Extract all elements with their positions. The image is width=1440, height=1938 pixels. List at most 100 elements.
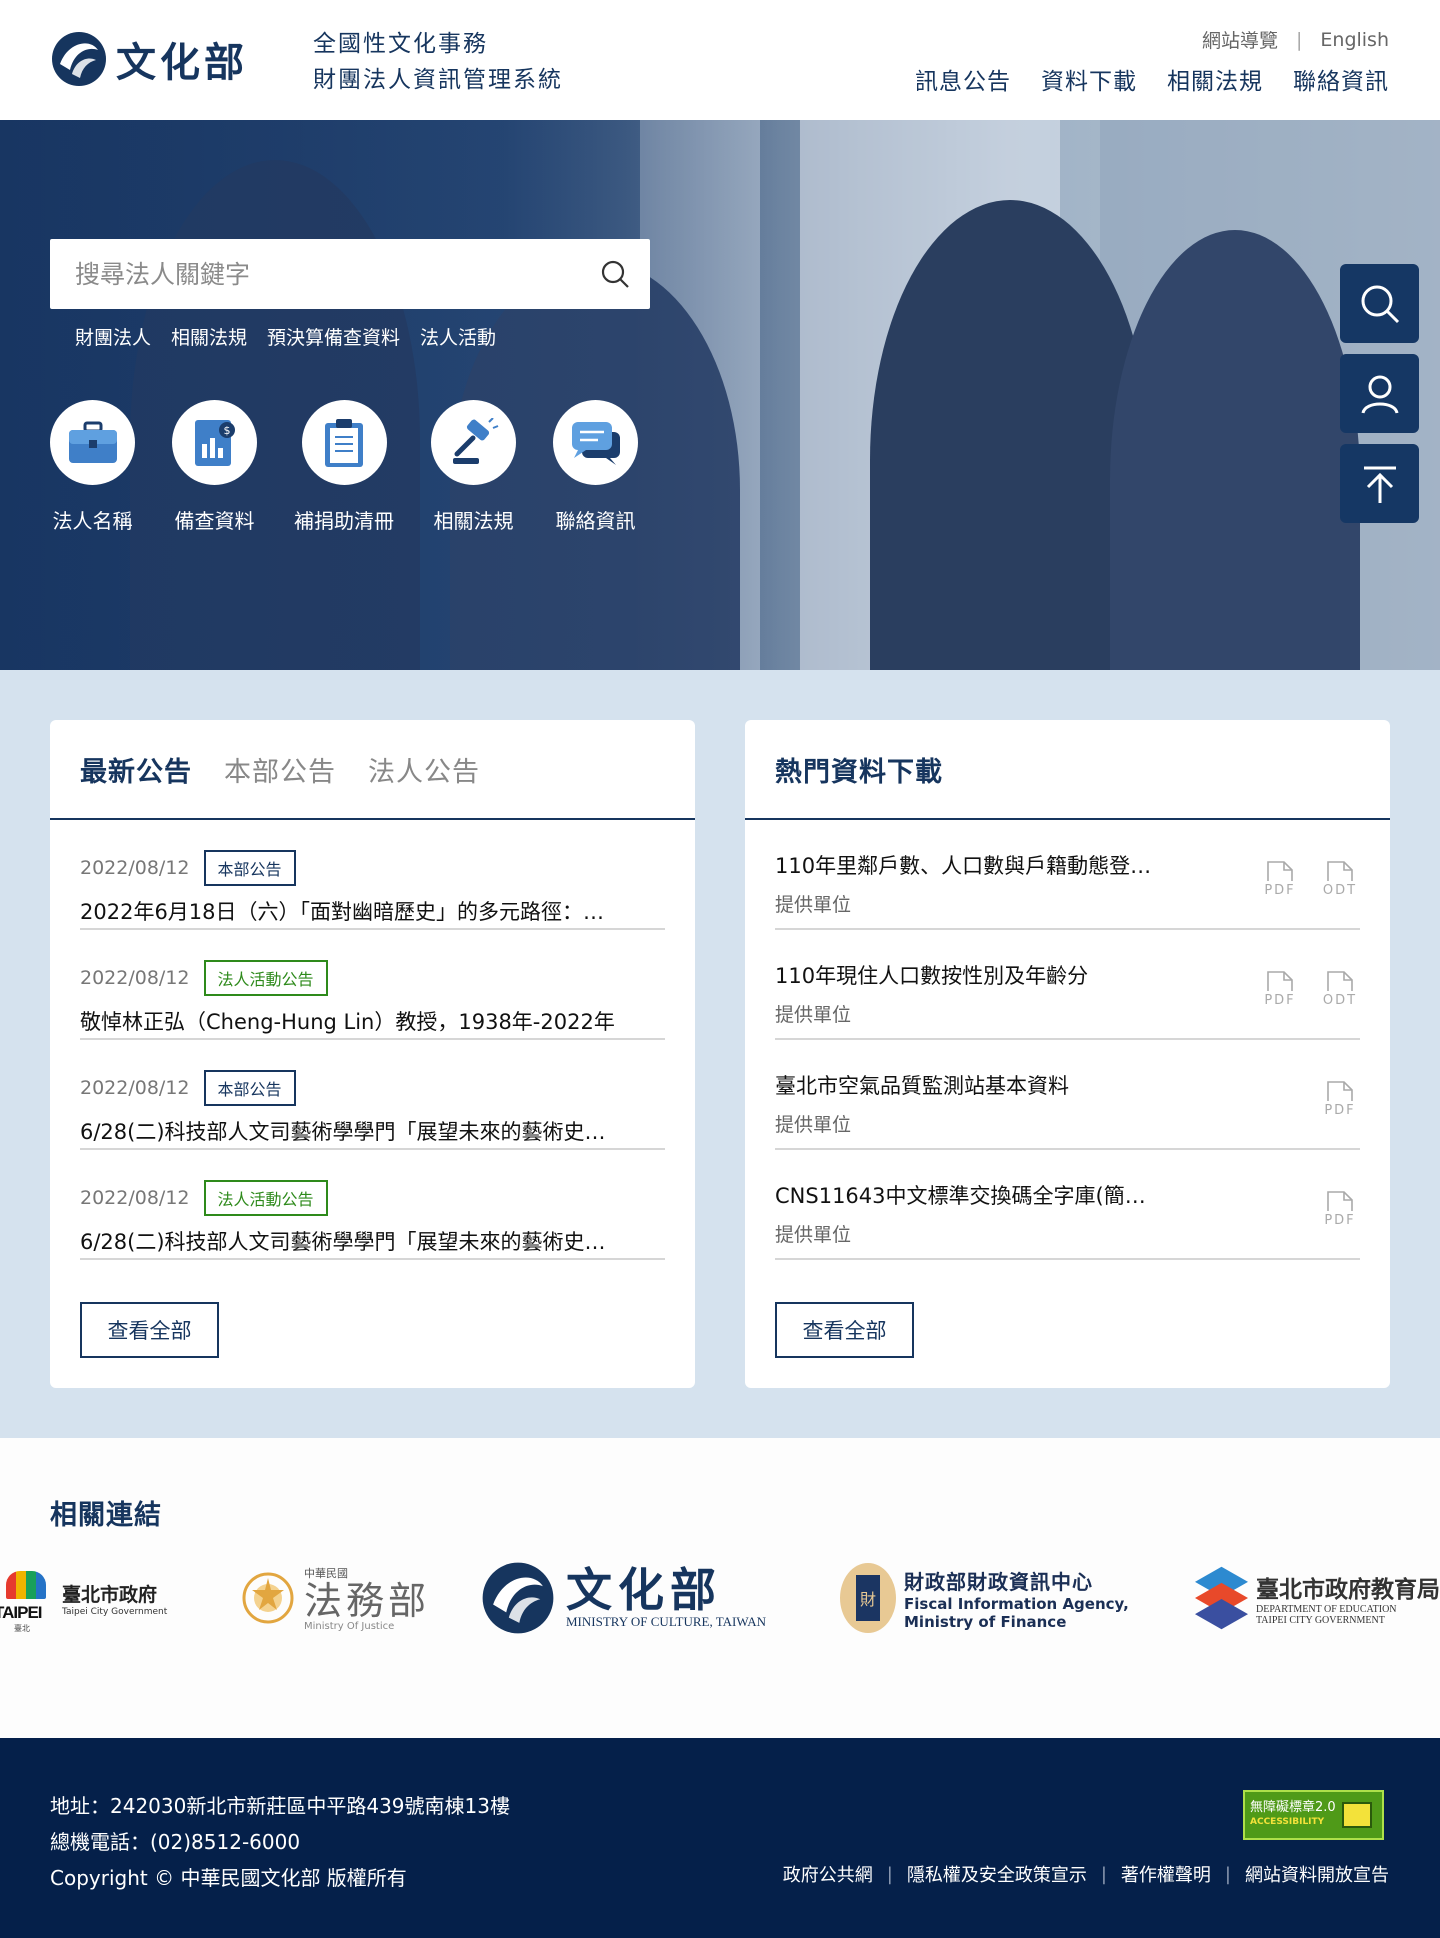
shortcut-circle bbox=[553, 400, 638, 485]
list-item: CNS11643中文標準交換碼全字庫(簡… 提供單位 PDF bbox=[775, 1150, 1360, 1260]
shortcut-circle bbox=[50, 400, 135, 485]
quick-tag[interactable]: 法人活動 bbox=[420, 323, 496, 350]
shortcut-filed-data[interactable]: $ 備查資料 bbox=[172, 400, 257, 534]
related-links: 相關連結 TAIPEI 臺北 臺北市政府 Taipei City Governm… bbox=[0, 1438, 1440, 1738]
shortcut-regulations[interactable]: 相關法規 bbox=[431, 400, 516, 534]
search-icon bbox=[1361, 285, 1399, 323]
shortcut-label: 聯絡資訊 bbox=[555, 509, 636, 533]
format-label: PDF bbox=[1324, 1213, 1356, 1228]
nav-announcements[interactable]: 訊息公告 bbox=[915, 62, 1011, 96]
fia-emblem-inner: 財 bbox=[856, 1575, 880, 1621]
nav-downloads[interactable]: 資料下載 bbox=[1041, 62, 1137, 96]
shortcut-circle bbox=[431, 400, 516, 485]
education-logo-en1: DEPARTMENT OF EDUCATION bbox=[1256, 1604, 1397, 1615]
floating-member-button[interactable] bbox=[1340, 354, 1419, 433]
taipei-wordmark-sub: 臺北 bbox=[14, 1624, 30, 1633]
footer-links: 政府公共網 | 隱私權及安全政策宣示 | 著作權聲明 | 網站資料開放宣告 bbox=[783, 1861, 1389, 1887]
keyword-search-input[interactable] bbox=[50, 239, 580, 309]
pdf-download-button[interactable]: PDF bbox=[1320, 1190, 1360, 1228]
shortcut-corporate-name[interactable]: 法人名稱 bbox=[50, 400, 135, 534]
format-icons: PDF ODT bbox=[1260, 860, 1360, 898]
quick-tags: 財團法人 相關法規 預決算備查資料 法人活動 bbox=[75, 323, 496, 350]
fia-logo-en2: Ministry of Finance bbox=[904, 1612, 1067, 1631]
site-footer: 地址：242030新北市新莊區中平路439號南棟13樓 總機電話：(02)851… bbox=[0, 1738, 1440, 1938]
accessibility-badge-line2: ACCESSIBILITY bbox=[1250, 1817, 1325, 1827]
format-label: ODT bbox=[1322, 883, 1358, 898]
link-ministry-of-justice[interactable]: 中華民國 法務部 Ministry Of Justice bbox=[240, 1558, 430, 1638]
tab-corporate[interactable]: 法人公告 bbox=[368, 750, 480, 789]
taipei-logo-en: Taipei City Government bbox=[62, 1606, 168, 1617]
link-taipei-city-government[interactable]: TAIPEI 臺北 臺北市政府 Taipei City Government bbox=[0, 1558, 170, 1638]
fia-logo-name: 財政部財政資訊中心 bbox=[904, 1569, 1093, 1594]
view-all-announcements-button[interactable]: 查看全部 bbox=[80, 1302, 219, 1358]
justice-logo-text: 中華民國 法務部 Ministry Of Justice bbox=[304, 1565, 430, 1632]
search-box bbox=[50, 239, 650, 309]
accessibility-badge-text: 無障礙標章2.0 ACCESSIBILITY bbox=[1250, 1801, 1336, 1829]
taipei-wordmark: TAIPEI bbox=[0, 1603, 43, 1622]
list-item[interactable]: 2022/08/12 本部公告 6/28(二)科技部人文司藝術學學門「展望未來的… bbox=[80, 1040, 665, 1150]
english-link[interactable]: English bbox=[1320, 29, 1389, 51]
search-icon[interactable] bbox=[580, 239, 650, 309]
system-title-line1: 全國性文化事務 bbox=[313, 31, 488, 57]
quick-tag[interactable]: 相關法規 bbox=[171, 323, 247, 350]
item-title[interactable]: 6/28(二)科技部人文司藝術學學門「展望未來的藝術史… bbox=[80, 1116, 665, 1146]
nav-contact[interactable]: 聯絡資訊 bbox=[1293, 62, 1389, 96]
downloads-title: 熱門資料下載 bbox=[775, 756, 943, 788]
announcement-tabs: 最新公告 本部公告 法人公告 bbox=[50, 720, 695, 820]
report-document-icon: $ bbox=[194, 419, 235, 466]
category-badge: 本部公告 bbox=[203, 1070, 296, 1106]
accessibility-badge[interactable]: 無障礙標章2.0 ACCESSIBILITY bbox=[1243, 1790, 1384, 1840]
footer-link-divider: | bbox=[1224, 1863, 1231, 1885]
download-list: 110年里鄰戶數、人口數與戶籍動態登… 提供單位 PDF ODT 110年現住人… bbox=[745, 820, 1390, 1260]
list-item[interactable]: 2022/08/12 法人活動公告 敬悼林正弘（Cheng-Hung Lin）教… bbox=[80, 930, 665, 1040]
education-logo-name: 臺北市政府教育局 bbox=[1256, 1576, 1440, 1603]
item-meta: 2022/08/12 法人活動公告 bbox=[80, 1180, 665, 1216]
link-ministry-of-culture[interactable]: 文化部 MINISTRY OF CULTURE, TAIWAN bbox=[480, 1558, 780, 1638]
pdf-download-button[interactable]: PDF bbox=[1260, 970, 1300, 1008]
file-icon bbox=[1327, 1191, 1353, 1211]
format-icons: PDF ODT bbox=[1260, 970, 1360, 1008]
education-logo-text: 臺北市政府教育局 DEPARTMENT OF EDUCATION TAIPEI … bbox=[1256, 1570, 1440, 1626]
floating-search-button[interactable] bbox=[1340, 264, 1419, 343]
back-to-top-button[interactable] bbox=[1340, 444, 1419, 523]
quick-tag[interactable]: 預決算備查資料 bbox=[267, 323, 400, 350]
item-date: 2022/08/12 bbox=[80, 1187, 190, 1209]
view-all-downloads-button[interactable]: 查看全部 bbox=[775, 1302, 914, 1358]
education-logo-en2: TAIPEI CITY GOVERNMENT bbox=[1256, 1615, 1385, 1626]
list-item[interactable]: 2022/08/12 本部公告 2022年6月18日（六）「面對幽暗歷史」的多元… bbox=[80, 820, 665, 930]
footer-info: 地址：242030新北市新莊區中平路439號南棟13樓 總機電話：(02)851… bbox=[50, 1788, 510, 1896]
format-label: PDF bbox=[1324, 1103, 1356, 1118]
pdf-download-button[interactable]: PDF bbox=[1260, 860, 1300, 898]
list-item[interactable]: 2022/08/12 法人活動公告 6/28(二)科技部人文司藝術學學門「展望未… bbox=[80, 1150, 665, 1260]
odt-download-button[interactable]: ODT bbox=[1320, 970, 1360, 1008]
dataset-title[interactable]: CNS11643中文標準交換碼全字庫(簡… bbox=[775, 1180, 1195, 1210]
footer-link-gov-portal[interactable]: 政府公共網 bbox=[783, 1861, 873, 1887]
dataset-title[interactable]: 臺北市空氣品質監測站基本資料 bbox=[775, 1070, 1195, 1100]
back-to-top-icon bbox=[1363, 466, 1396, 503]
fia-logo-en1: Fiscal Information Agency, bbox=[904, 1594, 1129, 1613]
footer-link-open-data[interactable]: 網站資料開放宣告 bbox=[1245, 1861, 1389, 1887]
tab-ministry[interactable]: 本部公告 bbox=[224, 750, 336, 789]
shortcut-label: 法人名稱 bbox=[52, 509, 133, 533]
item-title[interactable]: 敬悼林正弘（Cheng-Hung Lin）教授，1938年-2022年 bbox=[80, 1006, 665, 1036]
item-title[interactable]: 2022年6月18日（六）「面對幽暗歷史」的多元路徑：… bbox=[80, 896, 665, 926]
odt-download-button[interactable]: ODT bbox=[1320, 860, 1360, 898]
shortcut-donation-list[interactable]: 補捐助清冊 bbox=[294, 400, 394, 534]
footer-link-privacy[interactable]: 隱私權及安全政策宣示 bbox=[907, 1861, 1087, 1887]
item-title[interactable]: 6/28(二)科技部人文司藝術學學門「展望未來的藝術史… bbox=[80, 1226, 665, 1256]
footer-address: 地址：242030新北市新莊區中平路439號南棟13樓 bbox=[50, 1794, 510, 1818]
dataset-title[interactable]: 110年現住人口數按性別及年齡分 bbox=[775, 960, 1195, 990]
pdf-download-button[interactable]: PDF bbox=[1320, 1080, 1360, 1118]
link-fiscal-information-agency[interactable]: 財 財政部財政資訊中心 Fiscal Information Agency, M… bbox=[840, 1558, 1140, 1638]
link-taipei-education-department[interactable]: 臺北市政府教育局 DEPARTMENT OF EDUCATION TAIPEI … bbox=[1195, 1558, 1440, 1638]
item-meta: 2022/08/12 法人活動公告 bbox=[80, 960, 665, 996]
tab-latest[interactable]: 最新公告 bbox=[80, 750, 192, 789]
dataset-title[interactable]: 110年里鄰戶數、人口數與戶籍動態登… bbox=[775, 850, 1195, 880]
nav-regulations[interactable]: 相關法規 bbox=[1167, 62, 1263, 96]
sitemap-link[interactable]: 網站導覽 bbox=[1202, 26, 1278, 53]
quick-tag[interactable]: 財團法人 bbox=[75, 323, 151, 350]
footer-link-copyright[interactable]: 著作權聲明 bbox=[1121, 1861, 1211, 1887]
ministry-logo[interactable]: 文化部 bbox=[50, 30, 248, 88]
file-icon bbox=[1327, 971, 1353, 991]
shortcut-contact[interactable]: 聯絡資訊 bbox=[553, 400, 638, 534]
